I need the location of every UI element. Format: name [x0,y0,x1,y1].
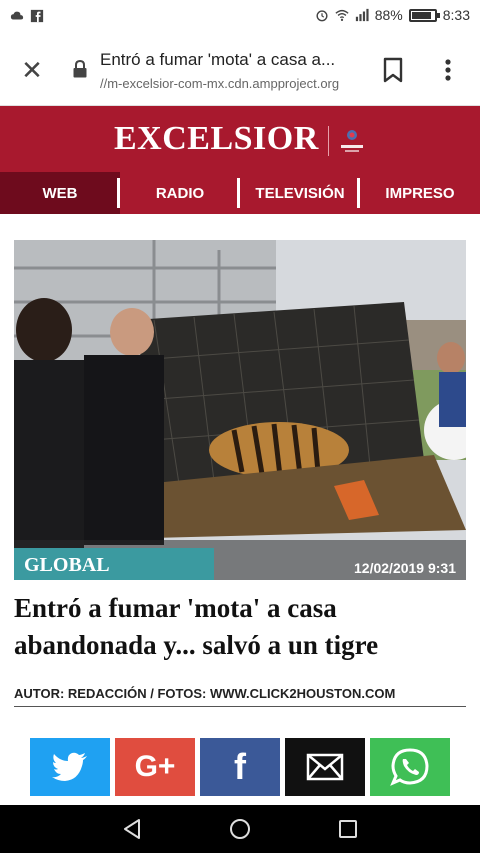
status-bar: 88% 8:33 [0,0,480,34]
logo-divider [328,126,329,156]
signal-icon [355,8,369,22]
home-icon[interactable] [228,817,252,841]
alarm-icon [316,10,328,22]
back-icon[interactable] [120,817,144,841]
battery-fill [411,11,432,19]
cloud-icon [10,11,24,20]
share-twitter-button[interactable] [30,738,110,796]
nav-item-impreso[interactable]: IMPRESO [360,172,480,214]
share-email-button[interactable] [285,738,365,796]
close-icon[interactable]: ✕ [16,54,48,86]
nav-item-label: RADIO [155,184,205,202]
share-whatsapp-button[interactable] [370,738,450,796]
status-time: 8:33 [442,7,470,23]
status-right: 88% 8:33 [315,7,470,23]
facebook-icon: f [234,746,246,787]
nav-item-television[interactable]: TELEVISIÓN [240,172,360,214]
section-badge[interactable]: GLOBAL [14,548,214,580]
more-options-icon[interactable] [436,54,460,86]
article-date: 12/02/2019 9:31 [354,560,456,576]
hero-image[interactable]: GLOBAL 12/02/2019 9:31 [14,240,466,580]
share-facebook-button[interactable]: f [200,738,280,796]
page-title: Entró a fumar 'mota' a casa a... [100,50,336,69]
battery-percent: 88% [374,7,403,23]
bookmark-icon[interactable] [378,54,408,86]
twitter-icon [52,752,87,781]
page-url: //m-excelsior-com-mx.cdn.ampproject.org [100,76,340,91]
article-headline: Entró a fumar 'mota' a casa abandonada y… [14,593,379,660]
tiger-cage-photo [14,240,466,580]
lock-icon [73,60,87,78]
imagen-logo-icon [341,130,363,152]
wifi-icon [335,9,349,21]
site-header: EXCELSIOR [0,106,480,172]
nav-item-label: IMPRESO [385,184,455,202]
share-google-plus-button[interactable]: G+ [115,738,195,796]
nav-item-label: TELEVISIÓN [255,184,345,202]
article-author: AUTOR: REDACCIÓN / FOTOS: WWW.CLICK2HOUS… [14,686,466,707]
system-nav-bar [0,805,480,853]
nav-item-radio[interactable]: RADIO [120,172,240,214]
recent-apps-icon[interactable] [336,817,360,841]
site-logo[interactable]: EXCELSIOR [114,120,319,158]
whatsapp-icon [390,748,429,786]
email-icon [306,753,344,781]
browser-bar: ✕ Entró a fumar 'mota' a casa a... //m-e… [0,34,480,106]
nav-item-label: WEB [42,184,78,202]
battery-icon [408,8,440,22]
nav-item-web[interactable]: WEB [0,172,120,214]
facebook-icon [30,9,44,23]
status-left [10,9,44,23]
section-nav: WEB RADIO TELEVISIÓN IMPRESO [0,172,480,214]
share-bar: G+ f [30,738,450,796]
google-plus-icon: G+ [134,750,176,783]
